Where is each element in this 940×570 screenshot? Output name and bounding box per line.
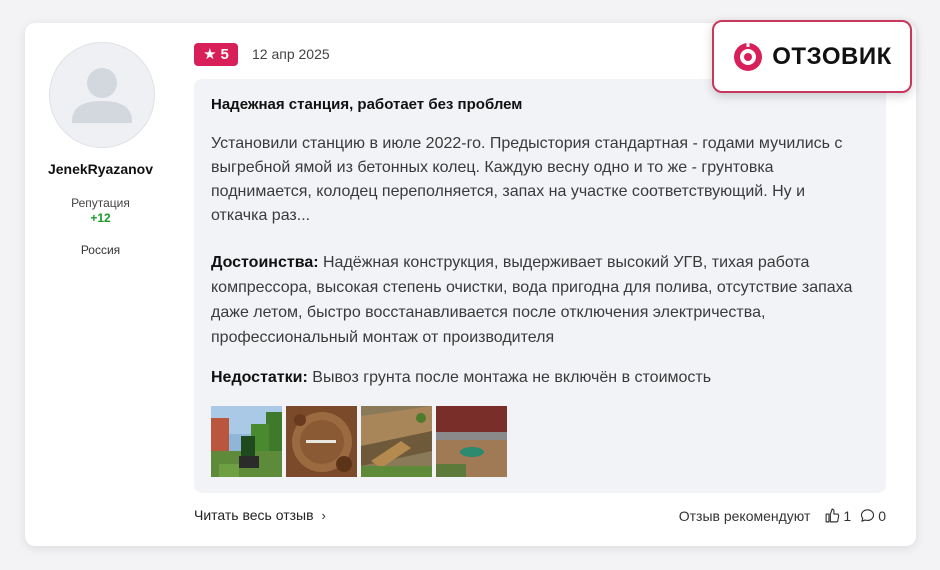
user-placeholder-icon <box>50 43 154 147</box>
review-title[interactable]: Надежная станция, работает без проблем <box>211 96 522 113</box>
user-country: Россия <box>80 243 121 257</box>
comments-button[interactable]: 0 <box>859 507 886 524</box>
reputation-label: Репутация <box>71 196 130 210</box>
otzovik-logo-icon <box>734 40 763 71</box>
photo-image <box>361 406 432 477</box>
review-pros: Достоинства: Надёжная конструкция, выдер… <box>211 250 871 350</box>
comment-count: 0 <box>878 507 886 524</box>
recommend-label: Отзыв рекомендуют <box>678 507 811 524</box>
otzovik-logo: ОТЗОВИК <box>712 20 912 93</box>
thumbs-up-icon <box>825 508 840 523</box>
cons-label: Недостатки: <box>211 369 308 386</box>
like-button[interactable]: 1 <box>824 507 851 524</box>
avatar[interactable] <box>49 42 155 148</box>
logo-text: ОТЗОВИК <box>772 42 892 70</box>
photo-thumbnail[interactable] <box>361 406 432 477</box>
star-icon: ★ <box>203 46 217 63</box>
cons-text: Вывоз грунта после монтажа не включён в … <box>312 369 712 386</box>
review-body: Установили станцию в июле 2022-го. Преды… <box>211 135 843 224</box>
photo-image <box>286 406 357 477</box>
review-stats: Отзыв рекомендуют 1 0 <box>679 507 886 524</box>
review-content: Надежная станция, работает без проблем У… <box>194 79 886 493</box>
chevron-right-icon: › <box>321 507 326 523</box>
photo-thumbnail[interactable] <box>286 406 357 477</box>
rating-value: 5 <box>220 46 229 63</box>
read-full-review-link[interactable]: Читать весь отзыв › <box>194 507 326 523</box>
photo-gallery <box>211 406 507 477</box>
rating-badge: ★ 5 <box>194 43 238 66</box>
photo-thumbnail[interactable] <box>211 406 282 477</box>
review-cons: Недостатки: Вывоз грунта после монтажа н… <box>211 366 871 390</box>
reputation-value: +12 <box>90 211 111 225</box>
username[interactable]: JenekRyazanov <box>25 161 176 177</box>
read-more-label: Читать весь отзыв <box>194 507 314 523</box>
pros-label: Достоинства: <box>211 254 319 271</box>
like-count: 1 <box>843 507 852 524</box>
photo-image <box>436 406 507 477</box>
comment-icon <box>861 509 875 522</box>
review-card: JenekRyazanov Репутация +12 Россия ★ 5 1… <box>25 23 916 546</box>
review-date: 12 апр 2025 <box>252 46 330 62</box>
photo-thumbnail[interactable] <box>436 406 507 477</box>
photo-image <box>211 406 282 477</box>
